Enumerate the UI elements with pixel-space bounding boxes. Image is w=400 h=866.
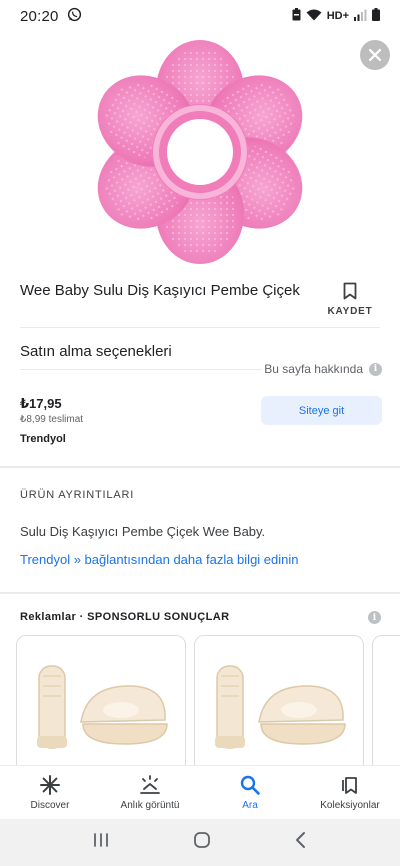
divider [20,369,262,370]
save-button[interactable]: KAYDET [327,282,373,317]
ad-card[interactable] [194,635,364,775]
close-icon [368,48,382,62]
battery-saver-icon [292,8,301,24]
nav-search[interactable]: Ara [200,766,300,819]
home-button[interactable] [193,831,211,854]
section-divider [0,592,400,594]
section-divider [0,466,400,468]
save-label: KAYDET [327,306,373,317]
recent-apps-icon [93,833,108,847]
back-button[interactable] [294,831,308,854]
product-title: Wee Baby Sulu Diş Kaşıyıcı Pembe Çiçek [20,282,300,299]
asterisk-icon [40,775,60,795]
nav-label: Koleksiyonlar [320,800,380,811]
more-info-link[interactable]: Trendyol » bağlantısından daha fazla bil… [20,552,299,567]
product-description: Sulu Diş Kaşıyıcı Pembe Çiçek Wee Baby. [20,524,266,539]
visit-site-button[interactable]: Siteye git [261,396,382,425]
seller-name: Trendyol [20,433,66,445]
nav-label: Ara [242,800,258,811]
status-bar: 20:20 HD+ [0,0,400,32]
sponsored-heading: Reklamlar · SPONSORLU SONUÇLAR [20,611,230,623]
nav-label: Anlık görüntü [120,800,180,811]
back-icon [296,832,306,848]
product-image[interactable] [0,32,400,272]
status-time: 20:20 [20,7,59,25]
price: ₺17,95 [20,396,62,411]
nav-label: Discover [30,800,70,811]
finger-toothbrush-image [215,665,346,749]
purchase-options-title: Satın alma seçenekleri [20,343,172,360]
pink-flower-teether-icon [97,40,303,264]
bottom-nav: Discover Anlık görüntü Ara Koleksiyonlar [0,765,400,819]
shipping-cost: ₺8,99 teslimat [20,414,84,425]
ad-card[interactable] [16,635,186,775]
home-icon [194,832,210,848]
nav-collections[interactable]: Koleksiyonlar [300,766,400,819]
recent-apps-button[interactable] [92,832,110,853]
title-row: Wee Baby Sulu Diş Kaşıyıcı Pembe Çiçek K… [0,272,400,328]
search-icon [240,775,260,795]
info-icon: i [369,362,382,376]
product-details-heading: ÜRÜN AYRINTILARI [20,489,135,501]
wifi-icon [306,9,322,24]
signal-icon [354,9,367,24]
collections-icon [342,777,357,794]
nav-snapshot[interactable]: Anlık görüntü [100,766,200,819]
system-nav-bar [0,819,400,866]
battery-icon [372,8,380,24]
close-button[interactable] [360,40,390,70]
whatsapp-icon [67,7,82,26]
nav-discover[interactable]: Discover [0,766,100,819]
info-icon[interactable]: i [368,611,381,624]
ad-card[interactable] [372,635,400,775]
about-label: Bu sayfa hakkında [264,362,363,376]
bookmark-icon [343,282,357,300]
finger-toothbrush-image [37,665,168,749]
divider [20,327,380,328]
snapshot-icon [140,775,160,794]
network-type: HD+ [326,10,349,22]
about-this-page-link[interactable]: Bu sayfa hakkında i [264,362,382,376]
